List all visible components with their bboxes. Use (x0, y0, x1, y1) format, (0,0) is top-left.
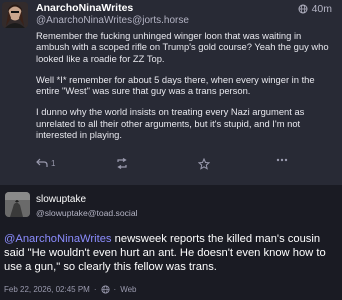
reply-icon (36, 158, 48, 167)
mention-link[interactable]: @AnarchoNinaWrites (4, 233, 112, 245)
post-content: Remember the fucking unhinged winger loo… (36, 30, 336, 150)
boost-button[interactable] (116, 158, 128, 169)
meta-separator: · (93, 285, 97, 294)
post-actions: 1 (36, 158, 316, 172)
post-paragraph: Remember the fucking unhinged winger loo… (36, 30, 329, 64)
main-post[interactable]: AnarchoNinaWrites @AnarchoNinaWrites@jor… (0, 0, 342, 185)
meta-separator: · (113, 285, 117, 294)
boost-icon (117, 158, 127, 169)
author-handle[interactable]: @AnarchoNinaWrites@jorts.horse (36, 15, 189, 26)
post-date[interactable]: Feb 22, 2026, 02:45 PM (4, 285, 90, 294)
reply-post[interactable]: slowuptake @slowuptake@toad.social @Anar… (0, 186, 342, 300)
post-age[interactable]: 40m (298, 3, 332, 15)
more-button[interactable] (276, 158, 288, 162)
avatar-image (5, 192, 30, 217)
author-handle[interactable]: @slowuptake@toad.social (36, 208, 138, 218)
post-age-label: 40m (311, 3, 332, 15)
reply-count: 1 (51, 158, 56, 168)
post-content: @AnarchoNinaWrites newsweek reports the … (4, 232, 338, 274)
avatar-image (2, 2, 28, 28)
avatar[interactable] (2, 2, 28, 28)
post-paragraph: I dunno why the world insists on treatin… (36, 106, 305, 141)
post-paragraph: Well *I* remember for about 5 days there… (36, 73, 315, 97)
reply-button[interactable]: 1 (36, 158, 55, 168)
post-client: Web (120, 285, 137, 294)
globe-icon (100, 285, 110, 294)
post-meta: Feb 22, 2026, 02:45 PM · · Web (4, 285, 137, 294)
author-display-name[interactable]: AnarchoNinaWrites (36, 2, 133, 14)
favourite-button[interactable] (198, 158, 210, 170)
avatar[interactable] (5, 192, 30, 217)
star-icon (198, 158, 210, 170)
more-icon (276, 158, 288, 162)
globe-icon (298, 4, 308, 14)
author-display-name[interactable]: slowuptake (36, 194, 86, 205)
